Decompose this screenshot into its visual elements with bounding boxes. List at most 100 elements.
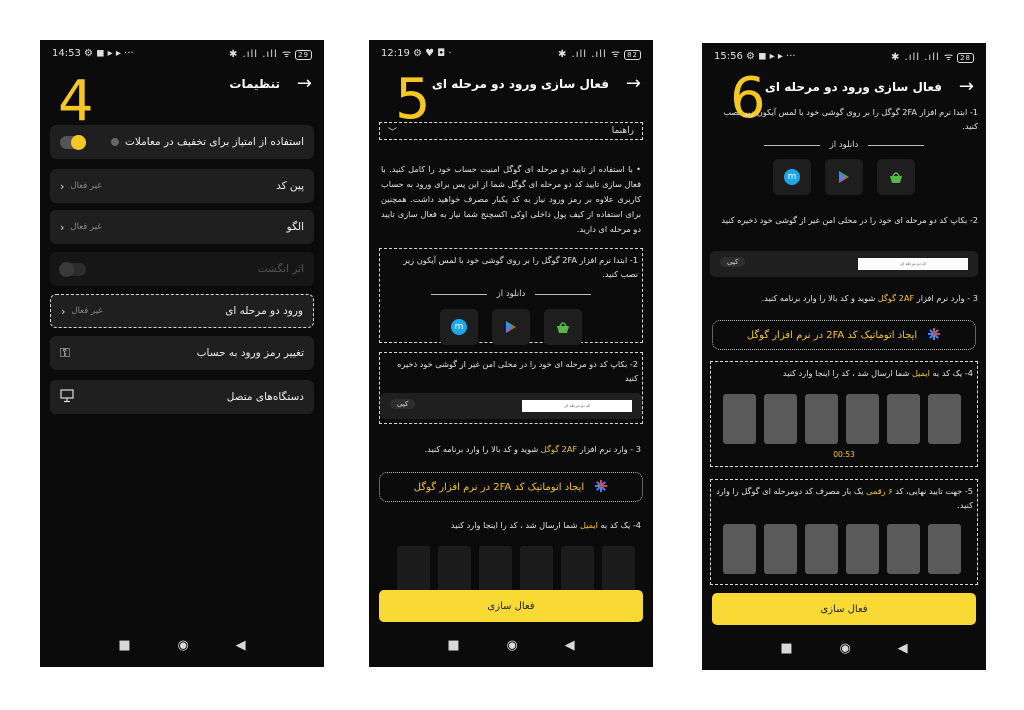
guide-toggle[interactable]: ﹀ راهنما [379,122,643,140]
phone-screen-settings: 14:53 ⚙ ◼ ▸ ▸ ··· ✱ .ıll .ıll ᯤ 29 → تنظی… [40,40,324,667]
setting-label: الگو [286,221,304,233]
setting-row-devices[interactable]: دستگاه‌های متصل [50,380,314,414]
backup-code-field[interactable]: کد دو مرحله ای کپی [380,393,642,419]
android-nav-bar: ■ ◉ ◀ [702,641,986,656]
setting-row-fingerprint[interactable]: اثر انگشت [50,252,314,286]
otp-digit-cell[interactable] [764,524,797,574]
info-icon [110,138,119,146]
step3-text: 3 - وارد نرم افزار 2AF گوگل شوید و کد با… [424,444,641,454]
status-icons: ✱ .ıll .ıll ᯤ [891,52,955,63]
arrow-right-icon[interactable]: → [297,73,312,94]
step3-text: 3 - وارد نرم افزار 2AF گوگل شوید و کد با… [761,293,978,303]
setting-row-points-discount[interactable]: استفاده از امتیاز برای تخفیف در معاملات [50,125,314,159]
fingerprint-toggle[interactable] [59,261,86,277]
otp-digit-cell[interactable] [479,546,512,596]
google-authenticator-icon [927,327,941,344]
bazaar-store-icon[interactable] [544,309,582,345]
email-otp-input[interactable] [723,394,961,444]
home-button[interactable]: ◉ [839,641,850,656]
otp-digit-cell[interactable] [887,394,920,444]
copy-button[interactable]: کپی [390,399,416,409]
chevron-left-icon: ‹ [61,304,66,318]
google-play-icon[interactable] [825,159,863,195]
step5-box: 5- جهت تایید نهایی، کد ۶ رقمی یک بار مصر… [710,479,978,585]
setting-label: ورود دو مرحله ای [225,305,303,317]
otp-digit-cell[interactable] [805,524,838,574]
setting-label: پین کد [276,180,304,192]
activate-button[interactable]: فعال سازی [712,593,976,625]
otp-digit-cell[interactable] [887,524,920,574]
store-buttons: m [380,309,642,345]
status-time: 14:53 ⚙ ◼ ▸ ▸ ··· [52,47,134,59]
back-button[interactable]: ◀ [565,638,575,653]
auto-create-label: ایجاد اتوماتیک کد 2FA در نرم افزار گوگل [746,329,918,341]
guide-label: راهنما [611,126,634,136]
arrow-right-icon[interactable]: → [626,73,641,94]
status-time: 12:19 ⚙ ♥ ◘ · [381,47,452,59]
setting-row-pin[interactable]: پین کد غیر فعال ‹ [50,169,314,203]
step5-text: 5- جهت تایید نهایی، کد ۶ رقمی یک بار مصر… [716,486,973,510]
otp-digit-cell[interactable] [602,546,635,596]
myket-store-icon[interactable]: m [773,159,811,195]
otp-digit-cell[interactable] [928,394,961,444]
activate-button[interactable]: فعال سازی [379,590,643,622]
arrow-right-icon[interactable]: → [959,76,974,97]
recents-button[interactable]: ■ [447,638,459,653]
backup-code-field[interactable]: کد دو مرحله ای کپی [710,251,978,277]
copy-button[interactable]: کپی [720,257,746,267]
otp-digit-cell[interactable] [764,394,797,444]
setting-label: تغییر رمز ورود به حساب [196,347,304,359]
step2-text: 2- بکاپ کد دو مرحله ای خود را در محلی ام… [397,359,638,383]
back-button[interactable]: ◀ [236,638,246,653]
otp-digit-cell[interactable] [561,546,594,596]
auto-create-2fa-button[interactable]: ایجاد اتوماتیک کد 2FA در نرم افزار گوگل [379,472,643,502]
status-text: غیر فعال [70,181,102,191]
page-title: تنظیمات [229,77,280,91]
status-text: غیر فعال [70,222,102,232]
auto-create-2fa-button[interactable]: ایجاد اتوماتیک کد 2FA در نرم افزار گوگل [712,320,976,350]
battery-icon: 82 [624,50,641,60]
otp-digit-cell[interactable] [805,394,838,444]
recents-button[interactable]: ■ [780,641,792,656]
backup-code-value: کد دو مرحله ای [522,400,632,412]
step1-text: 1- ابتدا نرم افزار 2FA گوگل را بر روی گو… [723,107,978,131]
status-bar: 14:53 ⚙ ◼ ▸ ▸ ··· ✱ .ıll .ıll ᯤ 29 [40,40,324,66]
setting-label: استفاده از امتیاز برای تخفیف در معاملات [124,136,304,148]
otp-digit-cell[interactable] [928,524,961,574]
status-icons: ✱ .ıll .ıll ᯤ [558,49,622,60]
step2-text: 2- بکاپ کد دو مرحله ای خود را در محلی ام… [721,215,978,225]
home-button[interactable]: ◉ [177,638,188,653]
otp-digit-cell[interactable] [723,394,756,444]
status-text: غیر فعال [71,306,103,316]
download-from: دانلود از [702,140,986,150]
setting-row-two-step[interactable]: ورود دو مرحله ای غیر فعال ‹ [50,294,314,328]
myket-store-icon[interactable]: m [440,309,478,345]
step1-text: 1- ابتدا نرم افزار 2FA گوگل را بر روی گو… [403,255,638,279]
otp-digit-cell[interactable] [438,546,471,596]
otp-digit-cell[interactable] [397,546,430,596]
setting-row-change-password[interactable]: تغییر رمز ورود به حساب ⚿ [50,336,314,370]
otp-digit-cell[interactable] [723,524,756,574]
step-number-annotation: 4 [58,69,94,134]
download-from: دانلود از [380,289,642,299]
google-play-icon[interactable] [492,309,530,345]
android-nav-bar: ■ ◉ ◀ [369,638,653,653]
chevron-left-icon: ‹ [60,220,65,234]
recents-button[interactable]: ■ [118,638,130,653]
bazaar-store-icon[interactable] [877,159,915,195]
otp-digit-cell[interactable] [846,524,879,574]
step4-text: 4- یک کد به ایمیل شما ارسال شد ، کد را ا… [450,520,641,530]
setting-row-pattern[interactable]: الگو غیر فعال ‹ [50,210,314,244]
discount-toggle[interactable] [60,134,86,150]
otp-digit-cell[interactable] [520,546,553,596]
chevron-left-icon: ‹ [60,179,65,193]
chevron-down-icon: ﹀ [388,127,398,138]
otp-input-group[interactable] [397,546,635,596]
google-otp-input[interactable] [723,524,961,574]
page-title: فعال سازی ورود دو مرحله ای [764,80,942,94]
battery-icon: 29 [295,50,312,60]
home-button[interactable]: ◉ [506,638,517,653]
setting-label: اثر انگشت [257,263,304,275]
otp-digit-cell[interactable] [846,394,879,444]
back-button[interactable]: ◀ [898,641,908,656]
